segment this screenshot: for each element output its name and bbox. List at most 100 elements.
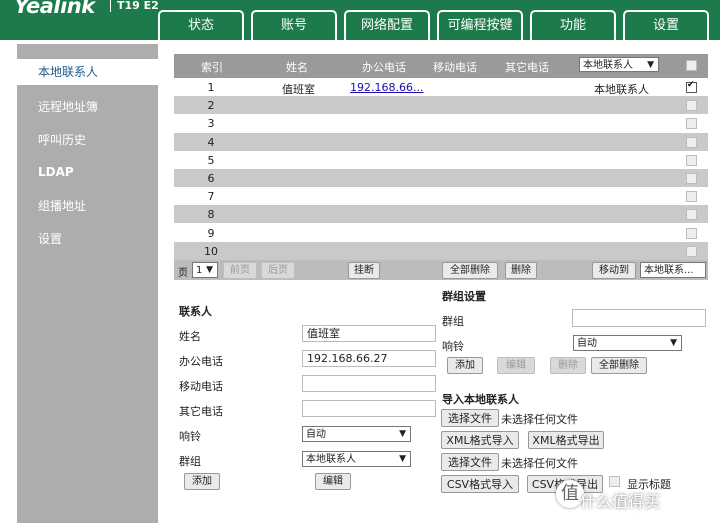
cell-index: 10 [204,244,218,258]
ring-select[interactable]: 自动 ▼ [302,426,411,442]
tab-dsskey[interactable]: 可编程按键 [437,10,523,40]
add-group-button[interactable]: 添加 [447,357,483,374]
other-phone-input[interactable] [302,400,436,417]
yealink-logo: Yealink [14,0,95,18]
table-row[interactable]: 5 [174,150,708,169]
group-label: 群组 [179,455,201,468]
row-checkbox[interactable] [686,191,697,203]
row-checkbox[interactable] [686,227,697,239]
ring-label: 响铃 [179,430,201,443]
row-checkbox[interactable] [686,80,697,93]
table-row[interactable]: 8 [174,205,708,224]
row-checkbox[interactable] [686,173,697,184]
model-label: T19 E2 [110,0,159,12]
tab-status[interactable]: 状态 [158,10,244,40]
mobile-phone-input[interactable] [302,375,436,392]
row-checkbox[interactable] [686,209,697,221]
group-filter-select[interactable]: 本地联系人 ▼ [579,57,659,72]
chevron-down-icon: ▼ [399,454,406,464]
choose-file-button[interactable]: 选择文件 [441,409,499,427]
page-label: 页 [178,268,188,279]
table-row[interactable]: 2 [174,96,708,115]
cell-index: 3 [207,117,215,131]
sidebar-item-remote-phonebook[interactable]: 远程地址簿 [38,98,98,115]
next-page-button[interactable]: 后页 [261,262,295,279]
group-ring-value: 自动 [577,338,597,349]
edit-group-button[interactable]: 编辑 [497,357,535,374]
row-checkbox[interactable] [686,100,697,112]
no-file-text-2: 未选择任何文件 [501,457,578,470]
row-checkbox[interactable] [686,118,697,130]
delete-button[interactable]: 删除 [505,262,537,279]
delete-group-button[interactable]: 删除 [550,357,586,374]
row-checkbox[interactable] [686,136,697,148]
show-title-checkbox[interactable] [609,476,620,487]
page-select[interactable]: 1 ▼ [192,262,218,278]
delete-all-groups-button[interactable]: 全部删除 [591,357,647,374]
group-ring-select[interactable]: 自动 ▼ [573,335,682,351]
xml-export-button[interactable]: XML格式导出 [528,431,604,449]
tab-account[interactable]: 账号 [251,10,337,40]
col-office-phone: 办公电话 [362,61,406,74]
table-row[interactable]: 1 值班室 192.168.66... 本地联系人 [174,78,708,96]
cell-name: 值班室 [282,83,315,96]
sidebar: 本地联系人 远程地址簿 呼叫历史 LDAP 组播地址 设置 [17,44,158,523]
cell-index: 1 [207,81,215,94]
tab-features[interactable]: 功能 [530,10,616,40]
sidebar-item-multicast[interactable]: 组播地址 [38,197,86,214]
cell-index: 2 [207,99,215,113]
cell-index: 6 [207,172,215,185]
select-all-checkbox[interactable] [686,60,697,71]
no-file-text: 未选择任何文件 [501,413,578,426]
add-contact-button[interactable]: 添加 [184,473,220,490]
table-header: 索引 姓名 办公电话 移动电话 其它电话 本地联系人 ▼ [174,54,708,78]
group-filter-value: 本地联系人 [583,60,633,71]
table-row[interactable]: 3 [174,114,708,133]
name-label: 姓名 [179,330,201,343]
table-row[interactable]: 10 [174,241,708,260]
table-row[interactable]: 6 [174,169,708,187]
prev-page-button[interactable]: 前页 [223,262,257,279]
choose-file-button-2[interactable]: 选择文件 [441,453,499,471]
group-select[interactable]: 本地联系人 ▼ [302,451,411,467]
group-ring-label: 响铃 [442,340,464,353]
pager-bar: 页 1 ▼ 前页 后页 挂断 全部删除 删除 移动到 本地联系... [174,260,708,280]
row-checkbox[interactable] [686,245,697,257]
watermark-text: 什么值得买 [580,492,661,511]
move-target-select[interactable]: 本地联系... [640,262,706,278]
table-row[interactable]: 9 [174,223,708,242]
move-to-button[interactable]: 移动到 [592,262,636,279]
contact-form-title: 联系人 [179,305,212,318]
top-header: Yealink T19 E2 状态 账号 网络配置 可编程按键 功能 设置 [0,0,720,40]
tab-settings[interactable]: 设置 [623,10,709,40]
ring-value: 自动 [306,429,326,440]
col-name: 姓名 [286,61,308,74]
office-phone-label: 办公电话 [179,355,223,368]
other-phone-label: 其它电话 [179,405,223,418]
table-row[interactable]: 4 [174,132,708,151]
group-value: 本地联系人 [306,454,356,465]
cell-index: 4 [207,135,215,149]
chevron-down-icon: ▼ [206,265,213,275]
hangup-button[interactable]: 挂断 [348,262,380,279]
tab-network[interactable]: 网络配置 [344,10,430,40]
sidebar-item-settings[interactable]: 设置 [38,230,62,247]
group-name-input[interactable] [572,309,706,327]
name-input[interactable]: 值班室 [302,325,436,342]
sidebar-item-call-history[interactable]: 呼叫历史 [38,131,86,148]
sidebar-item-local-contacts[interactable]: 本地联系人 [17,59,158,85]
table-row[interactable]: 7 [174,187,708,206]
chevron-down-icon: ▼ [399,429,406,439]
cell-office-phone[interactable]: 192.168.66... [350,81,423,94]
chevron-down-icon: ▼ [647,60,654,70]
office-phone-input[interactable]: 192.168.66.27 [302,350,436,367]
move-target-value: 本地联系... [644,265,694,276]
delete-all-button[interactable]: 全部删除 [442,262,498,279]
row-checkbox[interactable] [686,154,697,166]
sidebar-item-ldap[interactable]: LDAP [38,165,74,179]
col-other-phone: 其它电话 [505,61,549,74]
csv-import-button[interactable]: CSV格式导入 [441,475,519,493]
edit-contact-button[interactable]: 编辑 [315,473,351,490]
xml-import-button[interactable]: XML格式导入 [441,431,519,449]
import-title: 导入本地联系人 [442,393,519,406]
